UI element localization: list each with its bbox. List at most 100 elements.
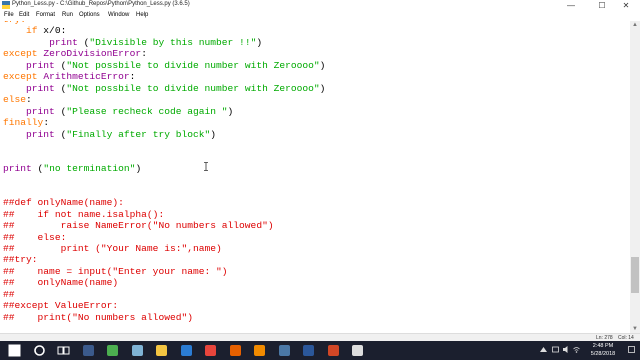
network-icon[interactable]	[540, 345, 547, 354]
notifications-icon[interactable]	[628, 345, 635, 354]
code-token: "Please recheck code again "	[66, 105, 228, 117]
code-token: "no termination"	[43, 162, 136, 174]
code-line: ## raise NameError("No numbers allowed")	[3, 220, 274, 231]
code-line: ##	[3, 289, 15, 300]
task-view-icon[interactable]	[57, 344, 70, 357]
code-token: ## else:	[3, 231, 67, 243]
volume-icon[interactable]	[563, 345, 570, 354]
close-button[interactable]: ✕	[612, 0, 640, 11]
scrollbar-thumb[interactable]	[631, 257, 639, 293]
code-token: ## print("No numbers allowed")	[3, 311, 193, 323]
code-line: ## if not name.isalpha():	[3, 209, 164, 220]
code-token: )	[319, 82, 326, 94]
code-token: print	[26, 82, 55, 94]
code-line: except ZeroDivisionError:	[3, 48, 147, 59]
code-token: try:	[3, 21, 26, 25]
file-explorer-icon[interactable]	[155, 344, 168, 357]
code-line: finally:	[3, 117, 49, 128]
scroll-down-icon[interactable]: ▼	[630, 325, 640, 333]
code-token: ## onlyName(name)	[3, 277, 119, 289]
code-line: if x/0:	[3, 25, 66, 36]
code-token: )	[319, 59, 326, 71]
code-token: x/0:	[37, 25, 67, 37]
battery-icon[interactable]	[552, 345, 559, 354]
code-line: ##def onlyName(name):	[3, 197, 124, 208]
code-token: ##try:	[3, 254, 38, 266]
code-line: print ("Please recheck code again ")	[3, 106, 233, 117]
menu-file[interactable]: File	[4, 12, 14, 18]
menu-help[interactable]: Help	[136, 12, 148, 18]
python-idle-icon[interactable]	[278, 344, 291, 357]
code-line: ## name = input("Enter your name: ")	[3, 266, 228, 277]
code-token: ## print ("Your Name is:",name)	[3, 243, 222, 254]
minimize-button[interactable]: —	[557, 0, 585, 11]
code-token: )	[227, 105, 234, 117]
edge-icon[interactable]	[180, 344, 193, 357]
chrome-icon[interactable]	[106, 344, 119, 357]
start-icon[interactable]	[8, 344, 21, 357]
code-line: ##except ValueError:	[3, 300, 118, 311]
code-token: ## if not name.isalpha():	[3, 208, 165, 220]
code-line: except ArithmeticError:	[3, 71, 135, 82]
code-line: ##try:	[3, 254, 38, 265]
menu-format[interactable]: Format	[36, 12, 55, 18]
menu-edit[interactable]: Edit	[19, 12, 29, 18]
code-line: print ("Finally after try block")	[3, 129, 216, 140]
vertical-scrollbar[interactable]: ▲ ▼	[630, 21, 640, 333]
code-line: print ("Not possbile to divide number wi…	[3, 83, 325, 94]
code-token: print	[26, 128, 55, 140]
code-token: :	[26, 94, 32, 106]
code-line: print ("Not possbile to divide number wi…	[3, 60, 325, 71]
code-editor[interactable]: try: if x/0: print ("Divisible by this n…	[0, 21, 630, 333]
menu-window[interactable]: Window	[108, 12, 129, 18]
vlc-icon[interactable]	[253, 344, 266, 357]
code-token: (	[54, 59, 67, 71]
code-token: ## name = input("Enter your name: ")	[3, 265, 228, 277]
code-token: print	[3, 162, 32, 174]
code-token: "Finally after try block"	[66, 128, 211, 140]
code-line: try:	[3, 21, 26, 25]
powerpoint-icon[interactable]	[327, 344, 340, 357]
code-token: except	[3, 48, 38, 60]
code-token: "Not possbile to divide number with Zero…	[66, 59, 320, 71]
code-line: print ("Divisible by this number !!")	[3, 37, 262, 48]
title-bar: Python_Less.py - C:\Github_Repos\Python\…	[0, 0, 640, 11]
code-token: (	[54, 82, 67, 94]
steam-icon[interactable]	[82, 344, 95, 357]
code-token: print	[26, 105, 55, 117]
menu-run[interactable]: Run	[62, 12, 73, 18]
code-line: ## onlyName(name)	[3, 277, 118, 288]
chrome-icon[interactable]	[204, 344, 217, 357]
code-line: else:	[3, 94, 32, 105]
code-token: :	[141, 48, 147, 60]
taskbar: 2:48 PM 5/28/2018	[0, 341, 640, 360]
code-token: except	[3, 71, 38, 83]
code-line: ## else:	[3, 232, 66, 243]
scroll-up-icon[interactable]: ▲	[630, 21, 640, 29]
window-title: Python_Less.py - C:\Github_Repos\Python\…	[12, 1, 190, 7]
code-token: finally	[3, 117, 44, 129]
text-cursor-icon	[204, 162, 208, 171]
menu-options[interactable]: Options	[79, 12, 100, 18]
system-clock[interactable]: 2:48 PM 5/28/2018	[583, 342, 623, 358]
word-icon[interactable]	[302, 344, 315, 357]
clock-date: 5/28/2018	[590, 351, 616, 357]
code-token: (	[77, 36, 90, 48]
code-token: ## raise NameError("No numbers allowed")	[3, 220, 274, 232]
code-token: (	[54, 128, 67, 140]
firefox-icon[interactable]	[229, 344, 242, 357]
code-token: )	[256, 36, 263, 48]
wifi-icon[interactable]	[573, 345, 580, 354]
code-line: ## print("No numbers allowed")	[3, 312, 193, 323]
photos-icon[interactable]	[351, 344, 364, 357]
code-token: print	[26, 59, 55, 71]
code-token: ##except ValueError:	[3, 300, 119, 312]
cortana-icon[interactable]	[33, 344, 46, 357]
code-token: "Divisible by this number !!"	[89, 36, 257, 48]
notepad-icon[interactable]	[131, 344, 144, 357]
